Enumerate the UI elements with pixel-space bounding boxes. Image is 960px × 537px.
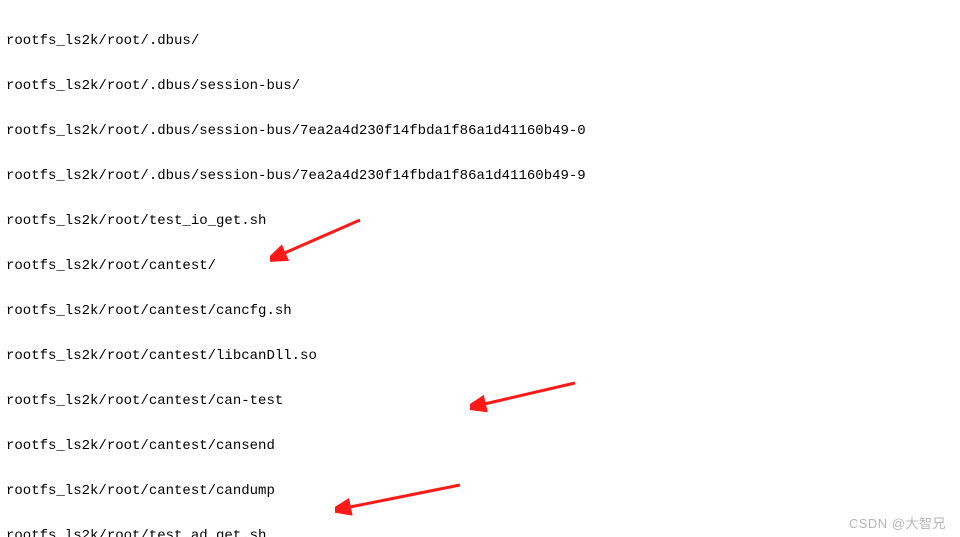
- extract-line: rootfs_ls2k/root/.dbus/session-bus/7ea2a…: [6, 169, 954, 184]
- terminal-output: rootfs_ls2k/root/.dbus/ rootfs_ls2k/root…: [0, 0, 960, 537]
- extract-line: rootfs_ls2k/root/cantest/libcanDll.so: [6, 349, 954, 364]
- extract-line: rootfs_ls2k/root/.dbus/: [6, 34, 954, 49]
- extract-line: rootfs_ls2k/root/cantest/cancfg.sh: [6, 304, 954, 319]
- extract-line: rootfs_ls2k/root/cantest/: [6, 259, 954, 274]
- extract-line: rootfs_ls2k/root/cantest/candump: [6, 484, 954, 499]
- extract-line: rootfs_ls2k/root/test_io_get.sh: [6, 214, 954, 229]
- extract-line: rootfs_ls2k/root/.dbus/session-bus/: [6, 79, 954, 94]
- extract-line: rootfs_ls2k/root/.dbus/session-bus/7ea2a…: [6, 124, 954, 139]
- extract-line: rootfs_ls2k/root/test_ad_get.sh: [6, 529, 954, 537]
- watermark-text: CSDN @大智兄: [849, 516, 946, 531]
- extract-line: rootfs_ls2k/root/cantest/cansend: [6, 439, 954, 454]
- extract-line: rootfs_ls2k/root/cantest/can-test: [6, 394, 954, 409]
